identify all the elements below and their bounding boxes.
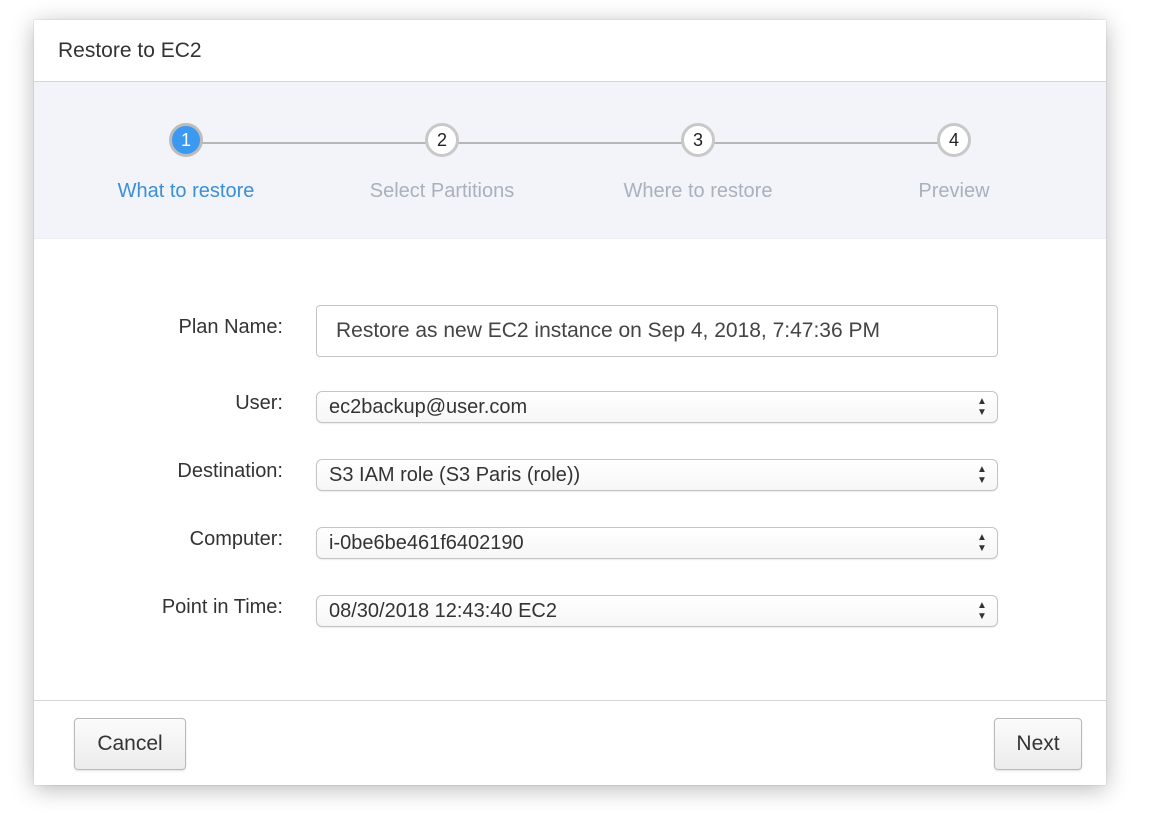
next-button[interactable]: Next (994, 718, 1082, 770)
plan-name-input[interactable] (316, 305, 998, 357)
user-label: User: (235, 392, 283, 414)
computer-select-value: i-0be6be461f6402190 (329, 531, 524, 554)
step-label: Preview (918, 180, 990, 202)
dialog-footer: Cancel Next (34, 700, 1106, 785)
plan-name-label: Plan Name: (178, 316, 284, 338)
computer-label: Computer: (189, 528, 283, 550)
updown-arrows-icon: ▲ ▼ (977, 600, 987, 622)
destination-select-value: S3 IAM role (S3 Paris (role)) (329, 463, 581, 486)
updown-arrows-icon: ▲ ▼ (977, 532, 987, 554)
point-in-time-select-value: 08/30/2018 12:43:40 EC2 (329, 599, 557, 622)
restore-dialog: Restore to EC2 1 What to restore 2 Selec… (34, 20, 1106, 785)
dialog-title: Restore to EC2 (58, 38, 202, 62)
step-number-badge: 4 (937, 123, 971, 157)
wizard-step-what-to-restore: 1 What to restore (86, 123, 286, 203)
computer-select[interactable]: i-0be6be461f6402190 ▲ ▼ (316, 527, 998, 559)
dialog-header: Restore to EC2 (34, 20, 1106, 82)
updown-arrows-icon: ▲ ▼ (977, 464, 987, 486)
step-number-badge: 2 (425, 123, 459, 157)
cancel-button[interactable]: Cancel (74, 718, 186, 770)
wizard-step-select-partitions: 2 Select Partitions (342, 123, 542, 203)
updown-arrows-icon: ▲ ▼ (977, 396, 987, 418)
step-number-badge: 3 (681, 123, 715, 157)
wizard-step-where-to-restore: 3 Where to restore (598, 123, 798, 203)
step-label: Select Partitions (369, 180, 515, 202)
destination-select[interactable]: S3 IAM role (S3 Paris (role)) ▲ ▼ (316, 459, 998, 491)
wizard-steps: 1 What to restore 2 Select Partitions 3 … (34, 82, 1106, 239)
step-label: What to restore (117, 180, 255, 202)
wizard-step-preview: 4 Preview (854, 123, 1054, 203)
wizard-progress-line (186, 142, 954, 144)
step-label: Where to restore (623, 180, 773, 202)
destination-label: Destination: (177, 460, 283, 482)
point-in-time-label: Point in Time: (161, 596, 283, 618)
user-select[interactable]: ec2backup@user.com ▲ ▼ (316, 391, 998, 423)
user-select-value: ec2backup@user.com (329, 395, 528, 418)
step-number-badge: 1 (169, 123, 203, 157)
point-in-time-select[interactable]: 08/30/2018 12:43:40 EC2 ▲ ▼ (316, 595, 998, 627)
